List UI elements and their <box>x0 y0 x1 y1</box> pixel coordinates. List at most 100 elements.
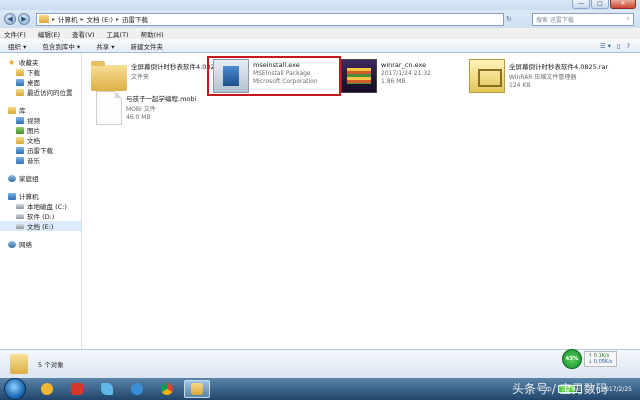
downloads-folder-icon <box>16 68 24 76</box>
nav-recent-places[interactable]: 最近访问的位置 <box>0 87 81 97</box>
folder-icon <box>10 354 28 374</box>
nav-homegroup[interactable]: 家庭组 <box>0 173 81 183</box>
navigation-pane: ★ 收藏夹 下载 桌面 最近访问的位置 库 视频 图片 文档 迅雷下载 音乐 家 <box>0 53 82 349</box>
media-player-icon[interactable] <box>64 380 90 398</box>
nav-network[interactable]: 网络 <box>0 239 81 249</box>
address-row: ◀ ▶ ▸ 计算机 ▸ 文档 (E:) ▸ 迅雷下载 ↻ 搜索 迅雷下载 ⌕ <box>0 10 640 28</box>
file-item-winrar[interactable]: winrar_cn.exe 2017/1/24 21:32 1.86 MB <box>341 59 431 95</box>
preview-pane-button[interactable]: ▯ <box>617 42 621 50</box>
organize-button[interactable]: 组织 ▾ <box>8 41 26 51</box>
file-company: Microsoft Corporation <box>253 78 318 85</box>
file-type: 文件夹 <box>131 74 150 81</box>
breadcrumb-drive-e[interactable]: 文档 (E:) <box>87 14 113 24</box>
forward-button[interactable]: ▶ <box>18 13 30 25</box>
menu-file[interactable]: 文件(F) <box>4 29 26 39</box>
nav-thunder-downloads[interactable]: 迅雷下载 <box>0 145 81 155</box>
breadcrumb-separator: ▸ <box>80 15 84 23</box>
file-item-mseinstall[interactable]: mseinstall.exe MSEInstall Package Micros… <box>213 59 318 95</box>
nav-label: 文档 <box>27 137 40 145</box>
help-button[interactable]: ? <box>627 42 630 50</box>
nav-pictures[interactable]: 图片 <box>0 125 81 135</box>
drive-icon <box>16 213 24 219</box>
item-count: 5 个对象 <box>38 361 64 369</box>
menu-help[interactable]: 帮助(H) <box>141 29 164 39</box>
file-type: MOBI 文件 <box>126 106 156 113</box>
desktop-icon <box>16 78 24 86</box>
video-library-icon <box>16 116 24 124</box>
nav-label: 收藏夹 <box>19 59 39 67</box>
file-size: 124 KB <box>509 82 531 89</box>
start-button[interactable] <box>4 378 26 400</box>
nav-favorites[interactable]: ★ 收藏夹 <box>0 57 81 67</box>
nav-label: 音乐 <box>27 157 40 165</box>
refresh-icon[interactable]: ↻ <box>506 15 512 23</box>
nav-documents[interactable]: 文档 <box>0 135 81 145</box>
file-item-folder[interactable]: 全屏幕倒计时秒表软件4.0825 文件夹 <box>91 59 219 95</box>
document-library-icon <box>16 136 24 144</box>
chrome-icon[interactable] <box>154 380 180 398</box>
share-button[interactable]: 共享 ▾ <box>96 41 114 51</box>
file-size: 1.86 MB <box>381 78 406 85</box>
file-name: 全屏幕倒计时秒表软件4.0825.rar <box>509 63 609 71</box>
nav-label: 文档 (E:) <box>27 223 54 231</box>
thunder-downloads-icon <box>16 146 24 154</box>
nav-computer[interactable]: 计算机 <box>0 191 81 201</box>
archive-icon <box>469 59 505 93</box>
new-folder-button[interactable]: 新建文件夹 <box>131 41 164 51</box>
nav-music[interactable]: 音乐 <box>0 155 81 165</box>
music-library-icon <box>16 156 24 164</box>
nav-drive-c[interactable]: 本地磁盘 (C:) <box>0 201 81 211</box>
nav-downloads[interactable]: 下载 <box>0 67 81 77</box>
file-item-mobi[interactable]: 与孩子一起学编程.mobi MOBI 文件 46.0 MB <box>91 91 196 127</box>
change-view-button[interactable]: ☰ ▾ <box>600 42 611 50</box>
search-icon[interactable]: ⌕ <box>627 15 630 23</box>
network-icon[interactable] <box>124 380 150 398</box>
qq-icon[interactable] <box>34 380 60 398</box>
network-icon <box>8 240 16 248</box>
network-speed-widget[interactable]: 43% ↑ 0.1K/s ↓ 0.05K/s <box>562 348 630 370</box>
file-description: MSEInstall Package <box>253 70 311 77</box>
file-name: mseinstall.exe <box>253 61 300 69</box>
installer-icon <box>213 59 249 93</box>
maximize-button[interactable]: □ <box>591 0 609 9</box>
search-placeholder: 搜索 迅雷下载 <box>536 16 574 24</box>
menu-tools[interactable]: 工具(T) <box>107 29 129 39</box>
menu-view[interactable]: 查看(V) <box>72 29 95 39</box>
file-name: winrar_cn.exe <box>381 61 427 69</box>
back-button[interactable]: ◀ <box>4 13 16 25</box>
nav-label: 计算机 <box>19 193 39 201</box>
nav-label: 迅雷下载 <box>27 147 53 155</box>
winrar-icon <box>341 59 377 93</box>
download-speed: 0.05K/s <box>593 359 613 365</box>
breadcrumb-computer[interactable]: 计算机 <box>58 14 78 24</box>
breadcrumb-thunder-downloads[interactable]: 迅雷下载 <box>122 14 148 24</box>
nav-drive-d[interactable]: 软件 (D:) <box>0 211 81 221</box>
feishu-icon[interactable] <box>94 380 120 398</box>
menu-bar: 文件(F) 编辑(E) 查看(V) 工具(T) 帮助(H) <box>0 28 640 39</box>
explorer-icon[interactable] <box>184 380 210 398</box>
drive-icon <box>16 223 24 229</box>
nav-label: 本地磁盘 (C:) <box>27 203 67 211</box>
nav-label: 家庭组 <box>19 175 39 183</box>
nav-label: 最近访问的位置 <box>27 89 73 97</box>
include-in-library-button[interactable]: 包含到库中 ▾ <box>42 41 80 51</box>
menu-edit[interactable]: 编辑(E) <box>38 29 60 39</box>
nav-drive-e[interactable]: 文档 (E:) <box>0 221 81 231</box>
minimize-button[interactable]: — <box>572 0 590 9</box>
nav-videos[interactable]: 视频 <box>0 115 81 125</box>
close-button[interactable]: ✕ <box>610 0 636 9</box>
nav-desktop[interactable]: 桌面 <box>0 77 81 87</box>
nav-label: 网络 <box>19 241 32 249</box>
nav-label: 桌面 <box>27 79 40 87</box>
file-date: 2017/1/24 21:32 <box>381 70 431 77</box>
window-controls: — □ ✕ <box>572 0 636 9</box>
search-input[interactable]: 搜索 迅雷下载 ⌕ <box>532 12 634 26</box>
nav-libraries[interactable]: 库 <box>0 105 81 115</box>
watermark: 头条号 / 宝男数码 <box>512 382 608 396</box>
file-item-rar-archive[interactable]: 全屏幕倒计时秒表软件4.0825.rar WinRAR 压缩文件管理器 124 … <box>469 59 608 95</box>
star-icon: ★ <box>8 57 16 67</box>
address-bar[interactable]: ▸ 计算机 ▸ 文档 (E:) ▸ 迅雷下载 <box>36 12 504 26</box>
nav-label: 库 <box>19 107 26 115</box>
